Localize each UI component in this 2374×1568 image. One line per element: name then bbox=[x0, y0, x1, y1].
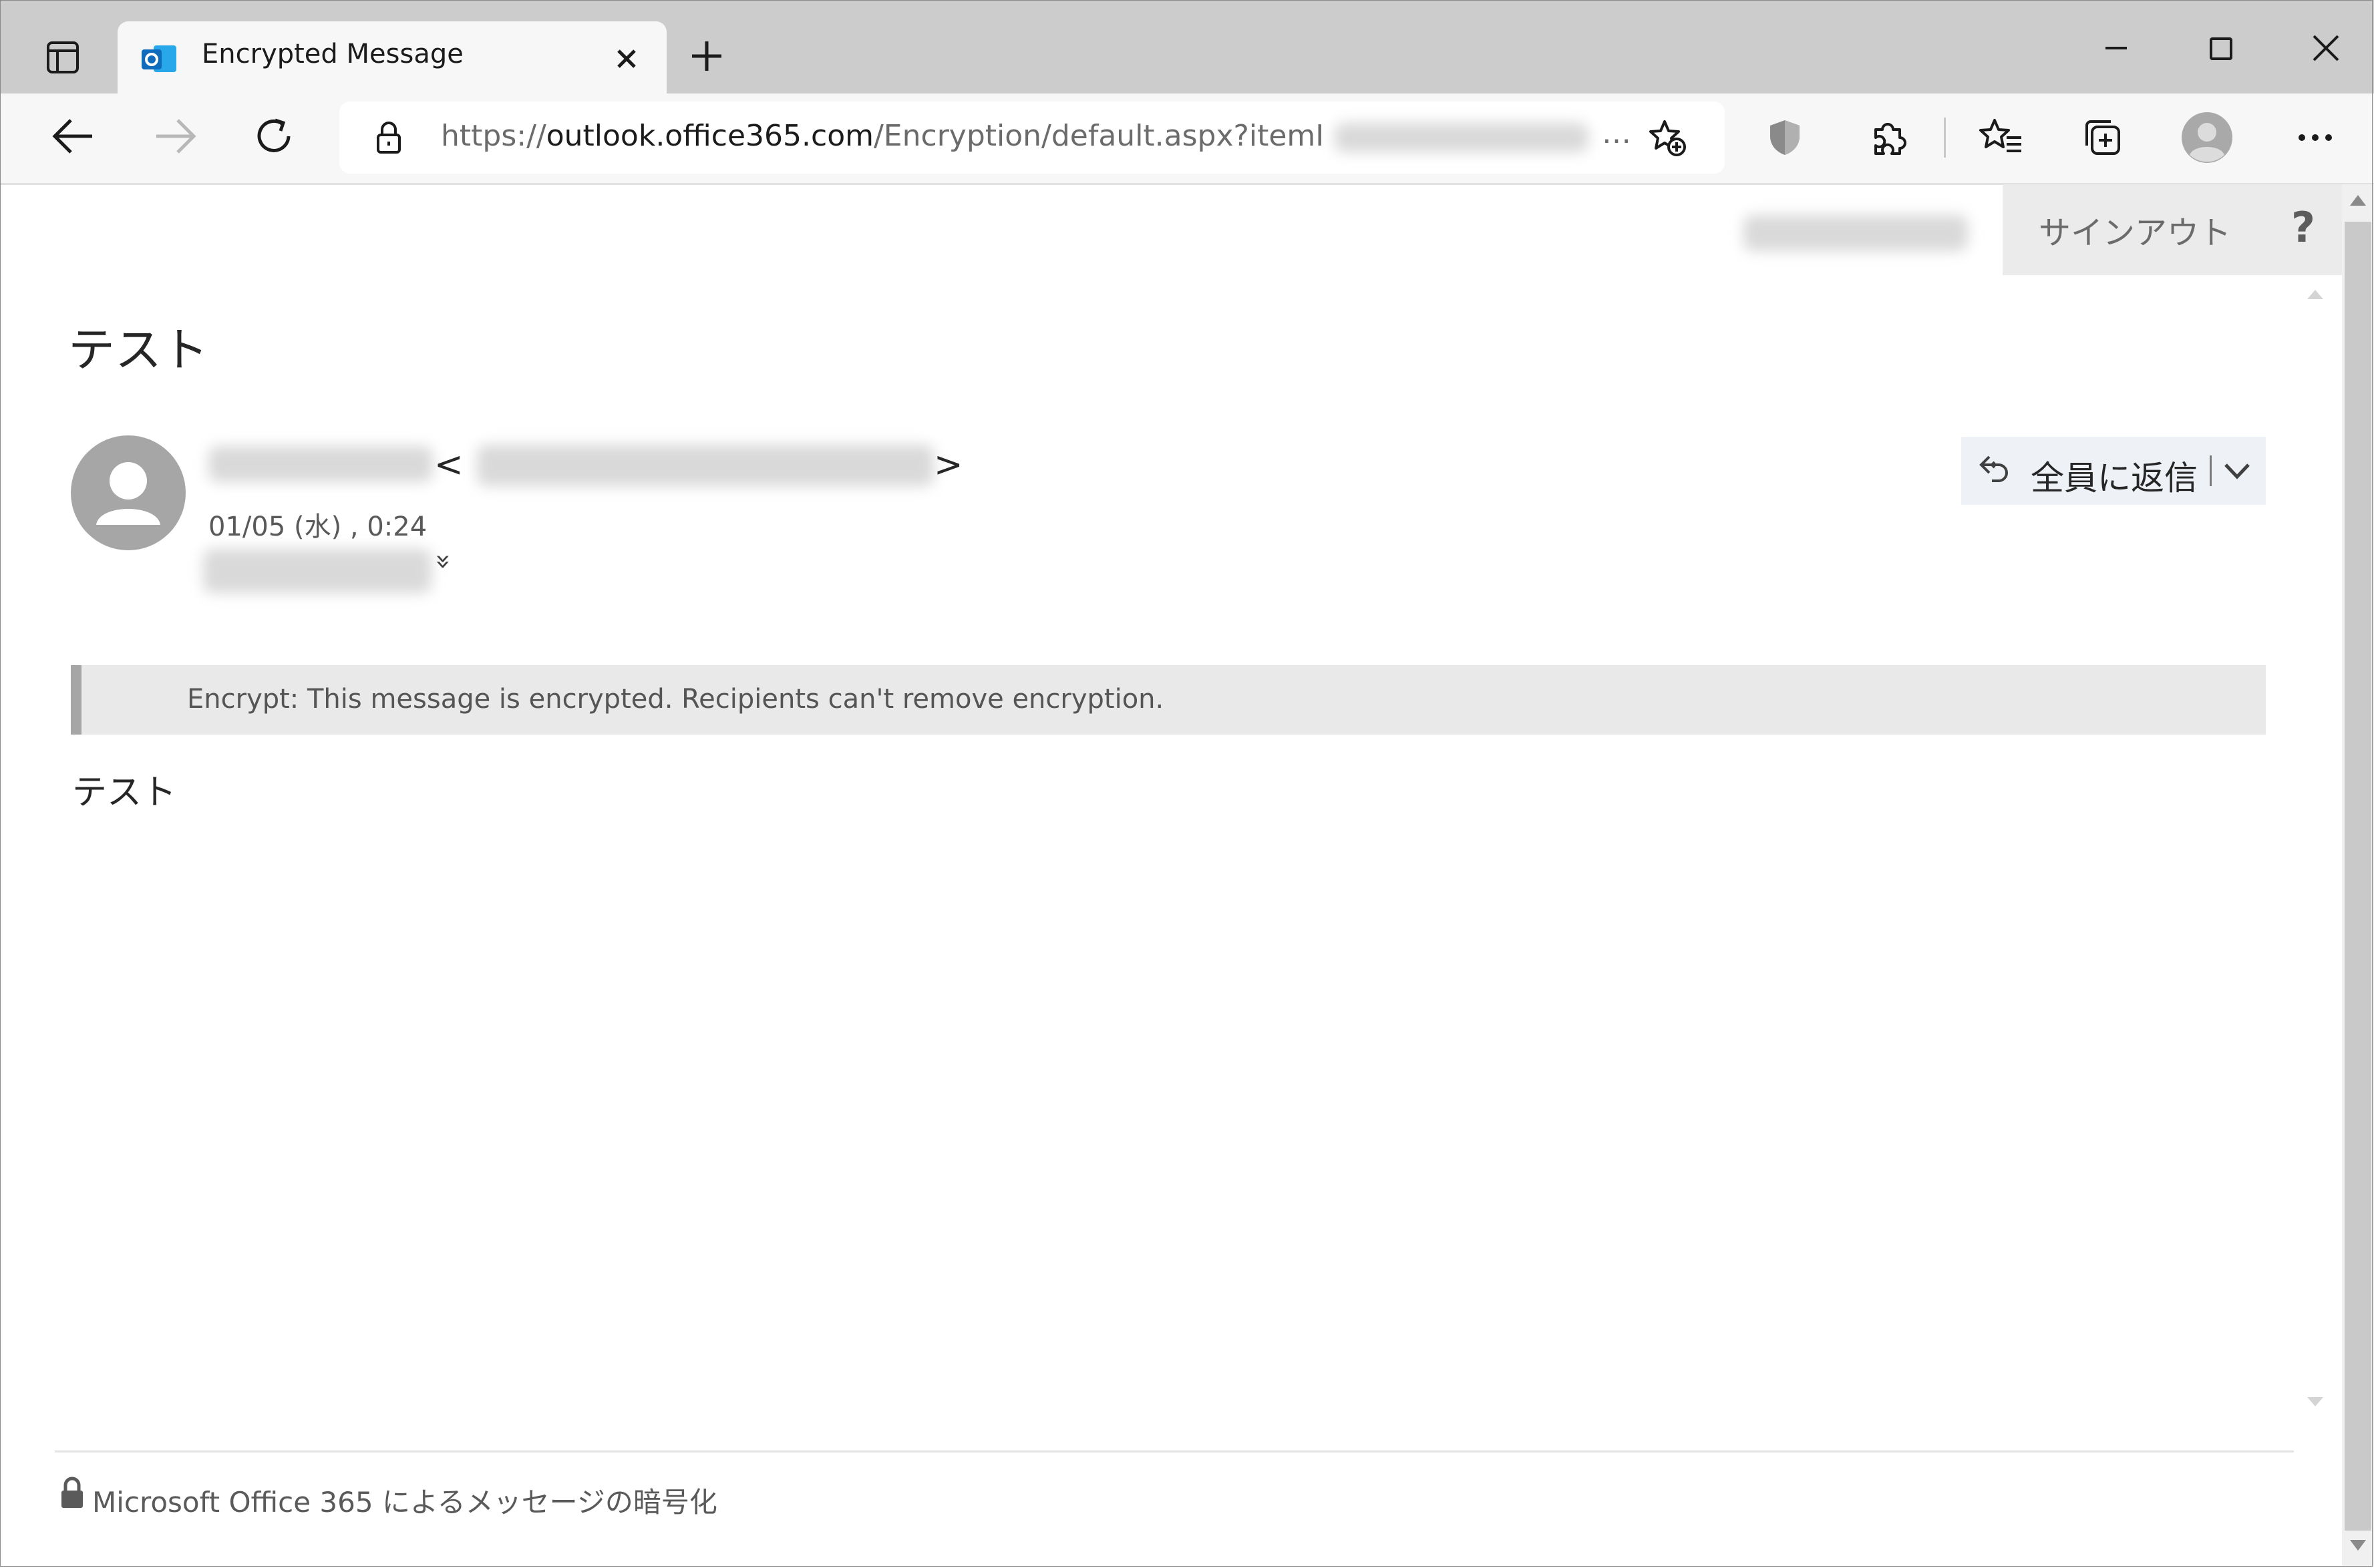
window-frame bbox=[0, 0, 2373, 1567]
